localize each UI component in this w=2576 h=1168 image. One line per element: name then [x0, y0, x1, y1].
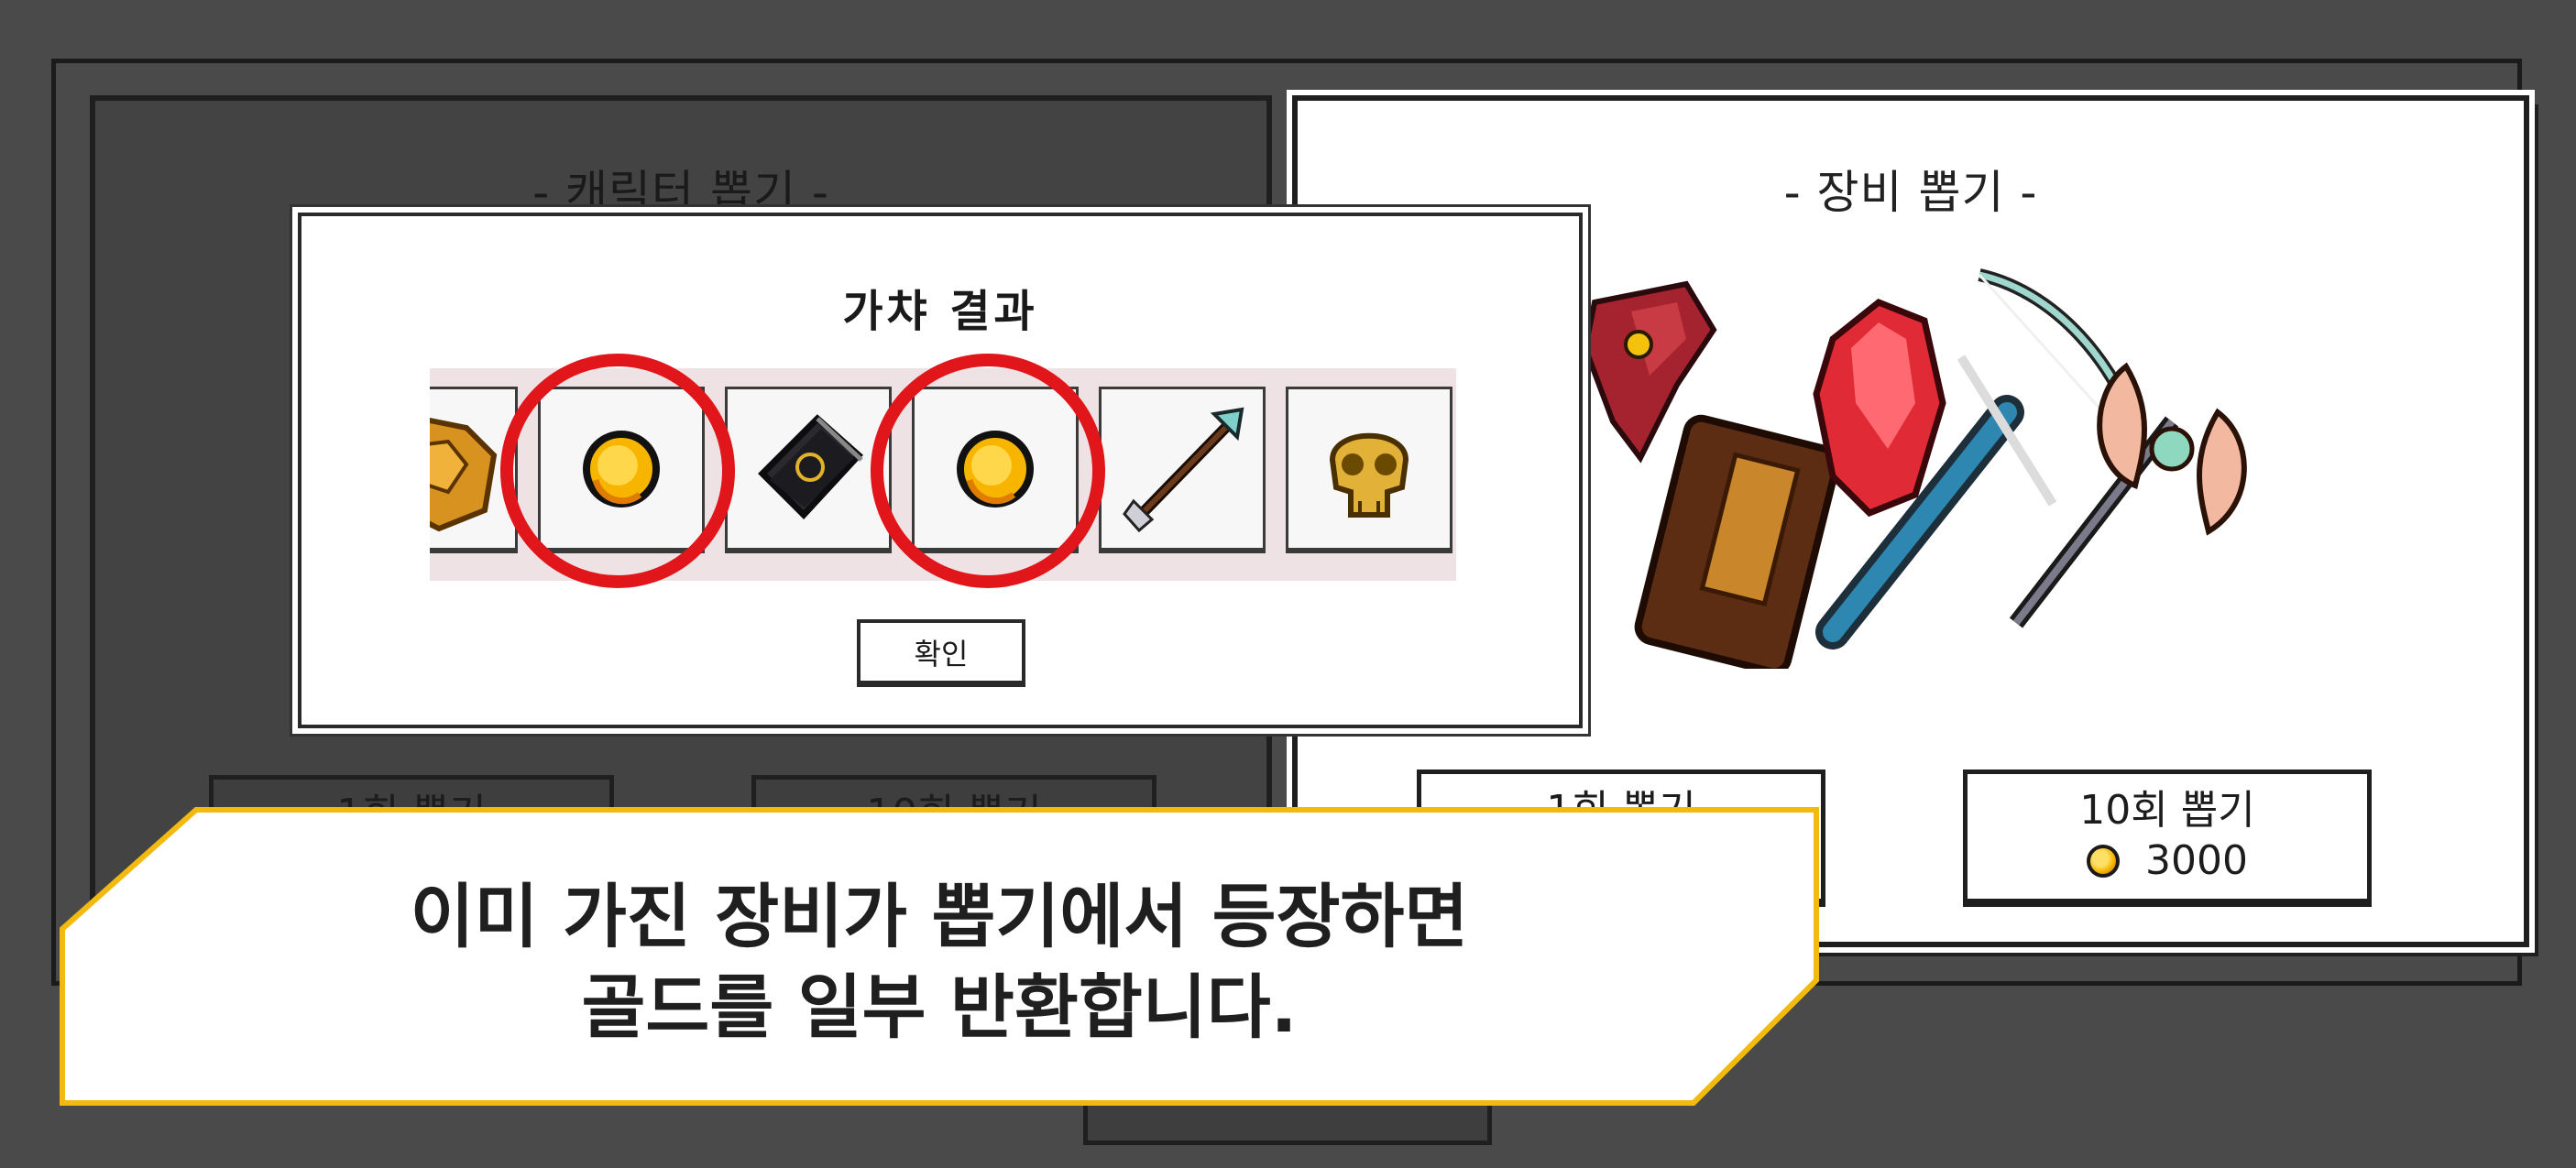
result-slot: [430, 387, 518, 553]
gold-coin-icon: [2087, 844, 2120, 878]
golden-skull-icon: [1329, 432, 1409, 518]
equipment-draw-ten-button[interactable]: 10회 뽑기 3000: [1963, 770, 2372, 907]
info-banner-line1: 이미 가진 장비가 뽑기에서 등장하면: [410, 876, 1469, 957]
red-gem-icon: [1813, 298, 1946, 518]
info-banner-text-wrap: 이미 가진 장비가 뽑기에서 등장하면 골드를 일부 반환합니다.: [59, 806, 1820, 1107]
equipment-draw-ten-label: 10회 뽑기: [2079, 787, 2255, 834]
wooden-shield-icon: [1634, 414, 1841, 669]
gacha-result-title: 가챠 결과: [842, 286, 1038, 337]
spellbook-icon: [758, 413, 863, 519]
result-slot: [1286, 387, 1452, 553]
golden-armor-icon: [430, 417, 498, 531]
result-slot: [538, 387, 705, 553]
arrow-icon: [1123, 407, 1244, 532]
info-banner-text: 이미 가진 장비가 뽑기에서 등장하면 골드를 일부 반환합니다.: [59, 872, 1820, 1053]
result-slot: [725, 387, 892, 553]
equipment-pile-illustration: [1582, 268, 2247, 669]
gold-coin-icon: [583, 430, 660, 508]
gacha-result-modal: 가챠 결과 확인: [298, 213, 1583, 728]
result-slot: [912, 387, 1079, 553]
gold-coin-icon: [957, 430, 1034, 508]
gacha-result-strip[interactable]: [430, 368, 1456, 581]
equipment-draw-ten-cost-value: 3000: [2145, 837, 2248, 884]
info-banner-line2: 골드를 일부 반환합니다.: [581, 966, 1298, 1048]
confirm-button[interactable]: 확인: [857, 619, 1025, 687]
result-slot: [1099, 387, 1266, 553]
equipment-draw-ten-cost: 3000: [1968, 835, 2367, 886]
